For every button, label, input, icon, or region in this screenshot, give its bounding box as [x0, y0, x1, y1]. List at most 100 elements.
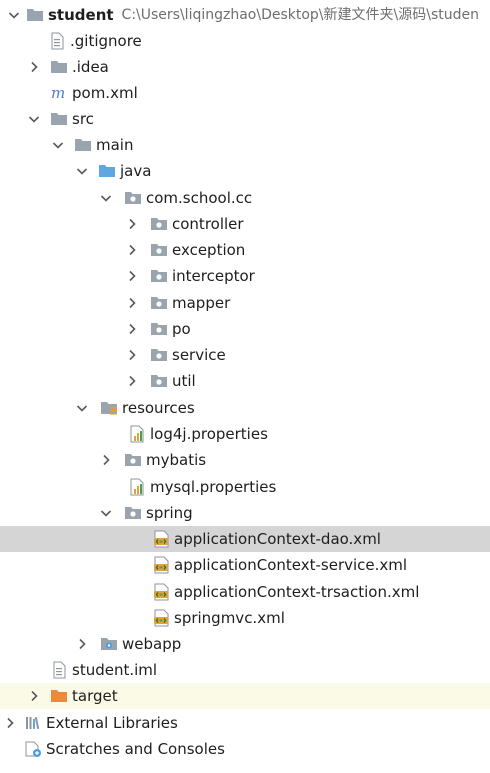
- chevron-right-icon[interactable]: [26, 688, 42, 704]
- xml-file-icon: [152, 583, 170, 601]
- chevron-right-icon[interactable]: [124, 268, 140, 284]
- maven-icon: [50, 84, 68, 102]
- package-label: controller: [172, 215, 244, 233]
- package-icon: [150, 320, 168, 338]
- package-label: interceptor: [172, 267, 255, 285]
- tree-row-ctx-trsaction[interactable]: applicationContext-trsaction.xml: [0, 579, 490, 605]
- xml-file-icon: [152, 556, 170, 574]
- tree-row-interceptor[interactable]: interceptor: [0, 263, 490, 289]
- package-label: exception: [172, 241, 246, 259]
- file-label: log4j.properties: [150, 425, 268, 443]
- node-label: Scratches and Consoles: [46, 740, 225, 758]
- chevron-right-icon[interactable]: [2, 715, 18, 731]
- tree-row-root[interactable]: student C:\Users\liqingzhao\Desktop\新建文件…: [0, 2, 490, 28]
- file-label: applicationContext-dao.xml: [174, 530, 381, 548]
- project-path: C:\Users\liqingzhao\Desktop\新建文件夹\源码\stu…: [121, 7, 479, 23]
- chevron-right-icon[interactable]: [124, 295, 140, 311]
- tree-row-mysql[interactable]: mysql.properties: [0, 474, 490, 500]
- tree-row-package[interactable]: com.school.cc: [0, 185, 490, 211]
- folder-icon: [50, 110, 68, 128]
- scratches-icon: [24, 740, 42, 758]
- chevron-down-icon[interactable]: [50, 137, 66, 153]
- tree-row-springmvc[interactable]: springmvc.xml: [0, 605, 490, 631]
- text-file-icon: [48, 32, 66, 50]
- folder-label: webapp: [122, 635, 182, 653]
- properties-file-icon: [128, 425, 146, 443]
- package-icon: [124, 451, 142, 469]
- package-label: mapper: [172, 294, 231, 312]
- chevron-down-icon[interactable]: [6, 7, 22, 23]
- tree-row-exception[interactable]: exception: [0, 237, 490, 263]
- tree-row-iml[interactable]: student.iml: [0, 657, 490, 683]
- tree-row-external-libraries[interactable]: External Libraries: [0, 710, 490, 736]
- tree-row-src[interactable]: src: [0, 106, 490, 132]
- chevron-right-icon[interactable]: [124, 321, 140, 337]
- tree-row-spring[interactable]: spring: [0, 500, 490, 526]
- file-label: pom.xml: [72, 84, 138, 102]
- tree-row-po[interactable]: po: [0, 316, 490, 342]
- tree-row-gitignore[interactable]: .gitignore: [0, 28, 490, 54]
- module-file-icon: [50, 661, 68, 679]
- package-icon: [124, 189, 142, 207]
- project-name: student: [48, 6, 114, 24]
- project-folder-icon: [26, 6, 44, 24]
- chevron-down-icon[interactable]: [98, 190, 114, 206]
- folder-label: src: [72, 110, 94, 128]
- package-icon: [150, 241, 168, 259]
- tree-row-pom[interactable]: pom.xml: [0, 80, 490, 106]
- tree-row-log4j[interactable]: log4j.properties: [0, 421, 490, 447]
- folder-label: mybatis: [146, 451, 207, 469]
- tree-row-ctx-service[interactable]: applicationContext-service.xml: [0, 552, 490, 578]
- package-icon: [150, 372, 168, 390]
- package-icon: [150, 267, 168, 285]
- chevron-right-icon[interactable]: [124, 347, 140, 363]
- chevron-right-icon[interactable]: [74, 636, 90, 652]
- tree-row-idea[interactable]: .idea: [0, 54, 490, 80]
- package-label: com.school.cc: [146, 189, 253, 207]
- chevron-right-icon[interactable]: [124, 216, 140, 232]
- tree-row-resources[interactable]: resources: [0, 395, 490, 421]
- chevron-down-icon[interactable]: [74, 163, 90, 179]
- chevron-down-icon[interactable]: [98, 505, 114, 521]
- package-icon: [124, 504, 142, 522]
- chevron-right-icon[interactable]: [26, 59, 42, 75]
- chevron-down-icon[interactable]: [74, 400, 90, 416]
- tree-row-target[interactable]: target: [0, 683, 490, 709]
- source-folder-icon: [98, 162, 116, 180]
- folder-label: target: [72, 687, 118, 705]
- package-icon: [150, 346, 168, 364]
- web-folder-icon: [100, 635, 118, 653]
- chevron-down-icon[interactable]: [26, 111, 42, 127]
- chevron-right-icon[interactable]: [98, 452, 114, 468]
- tree-row-java[interactable]: java: [0, 158, 490, 184]
- file-label: applicationContext-service.xml: [174, 556, 408, 574]
- tree-row-mapper[interactable]: mapper: [0, 290, 490, 316]
- tree-row-mybatis[interactable]: mybatis: [0, 447, 490, 473]
- package-icon: [150, 215, 168, 233]
- resources-folder-icon: [100, 399, 118, 417]
- package-label: util: [172, 372, 196, 390]
- excluded-folder-icon: [50, 687, 68, 705]
- folder-label: main: [96, 136, 134, 154]
- package-label: po: [172, 320, 191, 338]
- folder-label: resources: [122, 399, 195, 417]
- tree-row-main[interactable]: main: [0, 132, 490, 158]
- folder-label: spring: [146, 504, 193, 522]
- folder-label: java: [120, 162, 152, 180]
- tree-row-controller[interactable]: controller: [0, 211, 490, 237]
- xml-file-icon: [152, 530, 170, 548]
- tree-row-scratches[interactable]: Scratches and Consoles: [0, 736, 490, 762]
- tree-row-ctx-dao[interactable]: applicationContext-dao.xml: [0, 526, 490, 552]
- file-label: springmvc.xml: [174, 609, 285, 627]
- file-label: student.iml: [72, 661, 158, 679]
- chevron-right-icon[interactable]: [124, 373, 140, 389]
- package-icon: [150, 294, 168, 312]
- tree-row-webapp[interactable]: webapp: [0, 631, 490, 657]
- file-label: .gitignore: [70, 32, 142, 50]
- xml-file-icon: [152, 609, 170, 627]
- tree-row-service[interactable]: service: [0, 342, 490, 368]
- chevron-right-icon[interactable]: [124, 242, 140, 258]
- folder-label: .idea: [72, 58, 109, 76]
- folder-icon: [74, 136, 92, 154]
- tree-row-util[interactable]: util: [0, 368, 490, 394]
